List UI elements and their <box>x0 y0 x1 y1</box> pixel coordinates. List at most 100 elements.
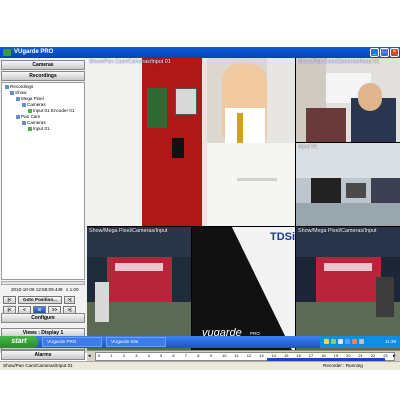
taskbar-item-vugarde-site[interactable]: VUgarde Site <box>106 337 166 347</box>
control-panel: Cameras Recordings Recordings Show Mega … <box>0 58 87 341</box>
video-tile-main[interactable]: Show/Pan Cam/Cameras/Input 01 <box>87 58 295 226</box>
timeline-tick-label: 12 <box>246 353 252 358</box>
maximize-button[interactable]: □ <box>380 48 389 57</box>
timeline-scale[interactable]: 0 1 2 3 4 5 6 7 8 9 10 11 12 13 14 15 16 17 18 19 20 21 22 23 <box>95 352 395 361</box>
person-face <box>358 83 382 111</box>
video-caption: Show/Pan Cam/Cameras/Input 01 <box>298 59 380 65</box>
timeline-scroll-right-icon[interactable]: ▸ <box>393 353 396 359</box>
video-tile-top-right[interactable]: Show/Pan Cam/Cameras/Input 01 <box>296 58 400 142</box>
video-wall: Show/Pan Cam/Cameras/Input 01 Show/Pan C… <box>87 58 400 361</box>
floor-area <box>296 203 400 226</box>
timeline-tick-label: 18 <box>321 353 326 358</box>
minimize-button[interactable]: _ <box>370 48 379 57</box>
taskbar-item-vugarde-pro[interactable]: VUgarde PRO <box>42 337 102 347</box>
timeline-tick-label: 7 <box>184 353 188 358</box>
vugarde-logo-tile[interactable]: TDSi vugarde PRO <box>192 227 295 350</box>
recordings-button[interactable]: Recordings <box>1 71 85 81</box>
timeline-tick-label: 4 <box>147 353 150 358</box>
desk-panel <box>207 143 295 226</box>
timeline-tick-label: 5 <box>160 353 163 358</box>
video-caption: Show/Pan Cam/Cameras/Input 01 <box>89 59 171 65</box>
configure-button[interactable]: Configure <box>1 313 85 323</box>
tray-icon[interactable] <box>324 339 329 344</box>
card-reader <box>172 138 184 158</box>
alarms-button[interactable]: Alarms <box>1 350 85 360</box>
timeline-scroll-left-icon[interactable]: ◂ <box>88 353 91 359</box>
tree-item[interactable]: Show <box>10 90 27 95</box>
camera-icon <box>28 108 32 113</box>
video-caption: Show/Mega Pixel/Cameras/Input <box>298 228 377 234</box>
tree-item[interactable]: Cameras <box>22 102 46 107</box>
cameras-button[interactable]: Cameras <box>1 60 85 70</box>
status-right: Recorder : Running <box>323 363 363 368</box>
stand-banner <box>115 263 163 271</box>
goto-position-button[interactable]: Goto Position... <box>18 296 62 304</box>
folder-icon <box>10 90 14 95</box>
tray-icon[interactable] <box>352 339 357 344</box>
title-bar: VUgarde PRO _ □ × <box>0 47 400 58</box>
booth-wall <box>87 58 142 226</box>
timeline-tick-label: 17 <box>308 353 314 358</box>
tray-icon[interactable] <box>345 339 350 344</box>
timeline-tick-label: 11 <box>234 353 239 358</box>
tray-icon[interactable] <box>338 339 343 344</box>
tray-icon[interactable] <box>331 339 336 344</box>
timeline-tick-label: 21 <box>358 353 363 358</box>
monitor <box>311 178 341 203</box>
video-tile-bottom-left[interactable]: Show/Mega Pixel/Cameras/Input <box>87 227 191 350</box>
timeline-tick-label: 23 <box>383 353 388 358</box>
system-tray: 11:36 <box>320 336 400 348</box>
timeline-tick-label: 16 <box>296 353 301 358</box>
person-figure <box>376 277 394 317</box>
folder-icon <box>22 120 26 125</box>
tree-item[interactable]: Cameras <box>22 120 46 125</box>
step-forward-button[interactable]: >| <box>64 296 75 304</box>
tree-item[interactable]: Mega Pixel <box>16 96 44 101</box>
tree-item[interactable]: Recordings <box>5 84 33 89</box>
stand-banner <box>324 263 372 271</box>
window-title: VUgarde PRO <box>14 49 54 55</box>
folder-icon <box>16 114 20 119</box>
timeline-tick-label: 9 <box>209 353 212 358</box>
video-caption: Show/Mega Pixel/Cameras/Input <box>89 228 168 234</box>
status-bar: Show/Pan Cam/Cameras/Input 01 Recorder :… <box>0 361 400 370</box>
tray-icon[interactable] <box>359 339 364 344</box>
clock: 11:36 <box>384 339 396 344</box>
tree-item[interactable]: Pan Cam <box>16 114 40 119</box>
folder-icon <box>5 84 9 89</box>
timeline-tick-label: 8 <box>197 353 200 358</box>
recordings-tree: Recordings Show Mega Pixel Cameras Input… <box>1 82 85 280</box>
application-window: VUgarde PRO _ □ × Cameras Recordings Rec… <box>0 47 400 370</box>
reader-device <box>175 88 197 115</box>
brand-logo-text: TDSi <box>270 231 295 243</box>
tree-scrollbar[interactable] <box>1 281 85 285</box>
video-tile-mid-right[interactable]: Input 01 <box>296 143 400 226</box>
timeline-tick-label: 1 <box>110 353 113 358</box>
tree-item[interactable]: Input 01 Encoder 01 <box>28 108 74 113</box>
desk-line <box>237 178 277 181</box>
close-button[interactable]: × <box>390 48 399 57</box>
playback-speed: x 1.00 <box>66 287 79 292</box>
start-button[interactable]: start <box>0 336 38 348</box>
camera-icon <box>28 126 32 131</box>
status-left: Show/Pan Cam/Cameras/Input 01 <box>3 363 73 368</box>
timeline-tick-label: 22 <box>370 353 376 358</box>
circuit-board <box>147 88 167 128</box>
timeline-tick-label: 15 <box>284 353 289 358</box>
monitor-small <box>346 183 366 198</box>
video-caption: Input 01 <box>298 144 318 150</box>
timeline-tick-label: 20 <box>346 353 351 358</box>
timeline-tick-label: 13 <box>259 353 264 358</box>
video-tile-bottom-right[interactable]: Show/Mega Pixel/Cameras/Input <box>296 227 400 350</box>
timeline-tick-label: 0 <box>98 353 101 358</box>
tree-item[interactable]: Input 01 <box>28 126 50 131</box>
timeline-tick-label: 10 <box>222 353 227 358</box>
timeline-tick-label: 6 <box>172 353 175 358</box>
timestamp: 2010-10-06 12:55:09.449 <box>11 287 63 292</box>
app-icon <box>3 49 11 56</box>
taskbar: start VUgarde PRO VUgarde Site 11:36 <box>0 336 400 348</box>
timeline-tick-label: 3 <box>135 353 138 358</box>
timeline-tick-label: 19 <box>333 353 339 358</box>
step-back-button[interactable]: |< <box>3 296 16 304</box>
person-figure <box>95 282 109 322</box>
